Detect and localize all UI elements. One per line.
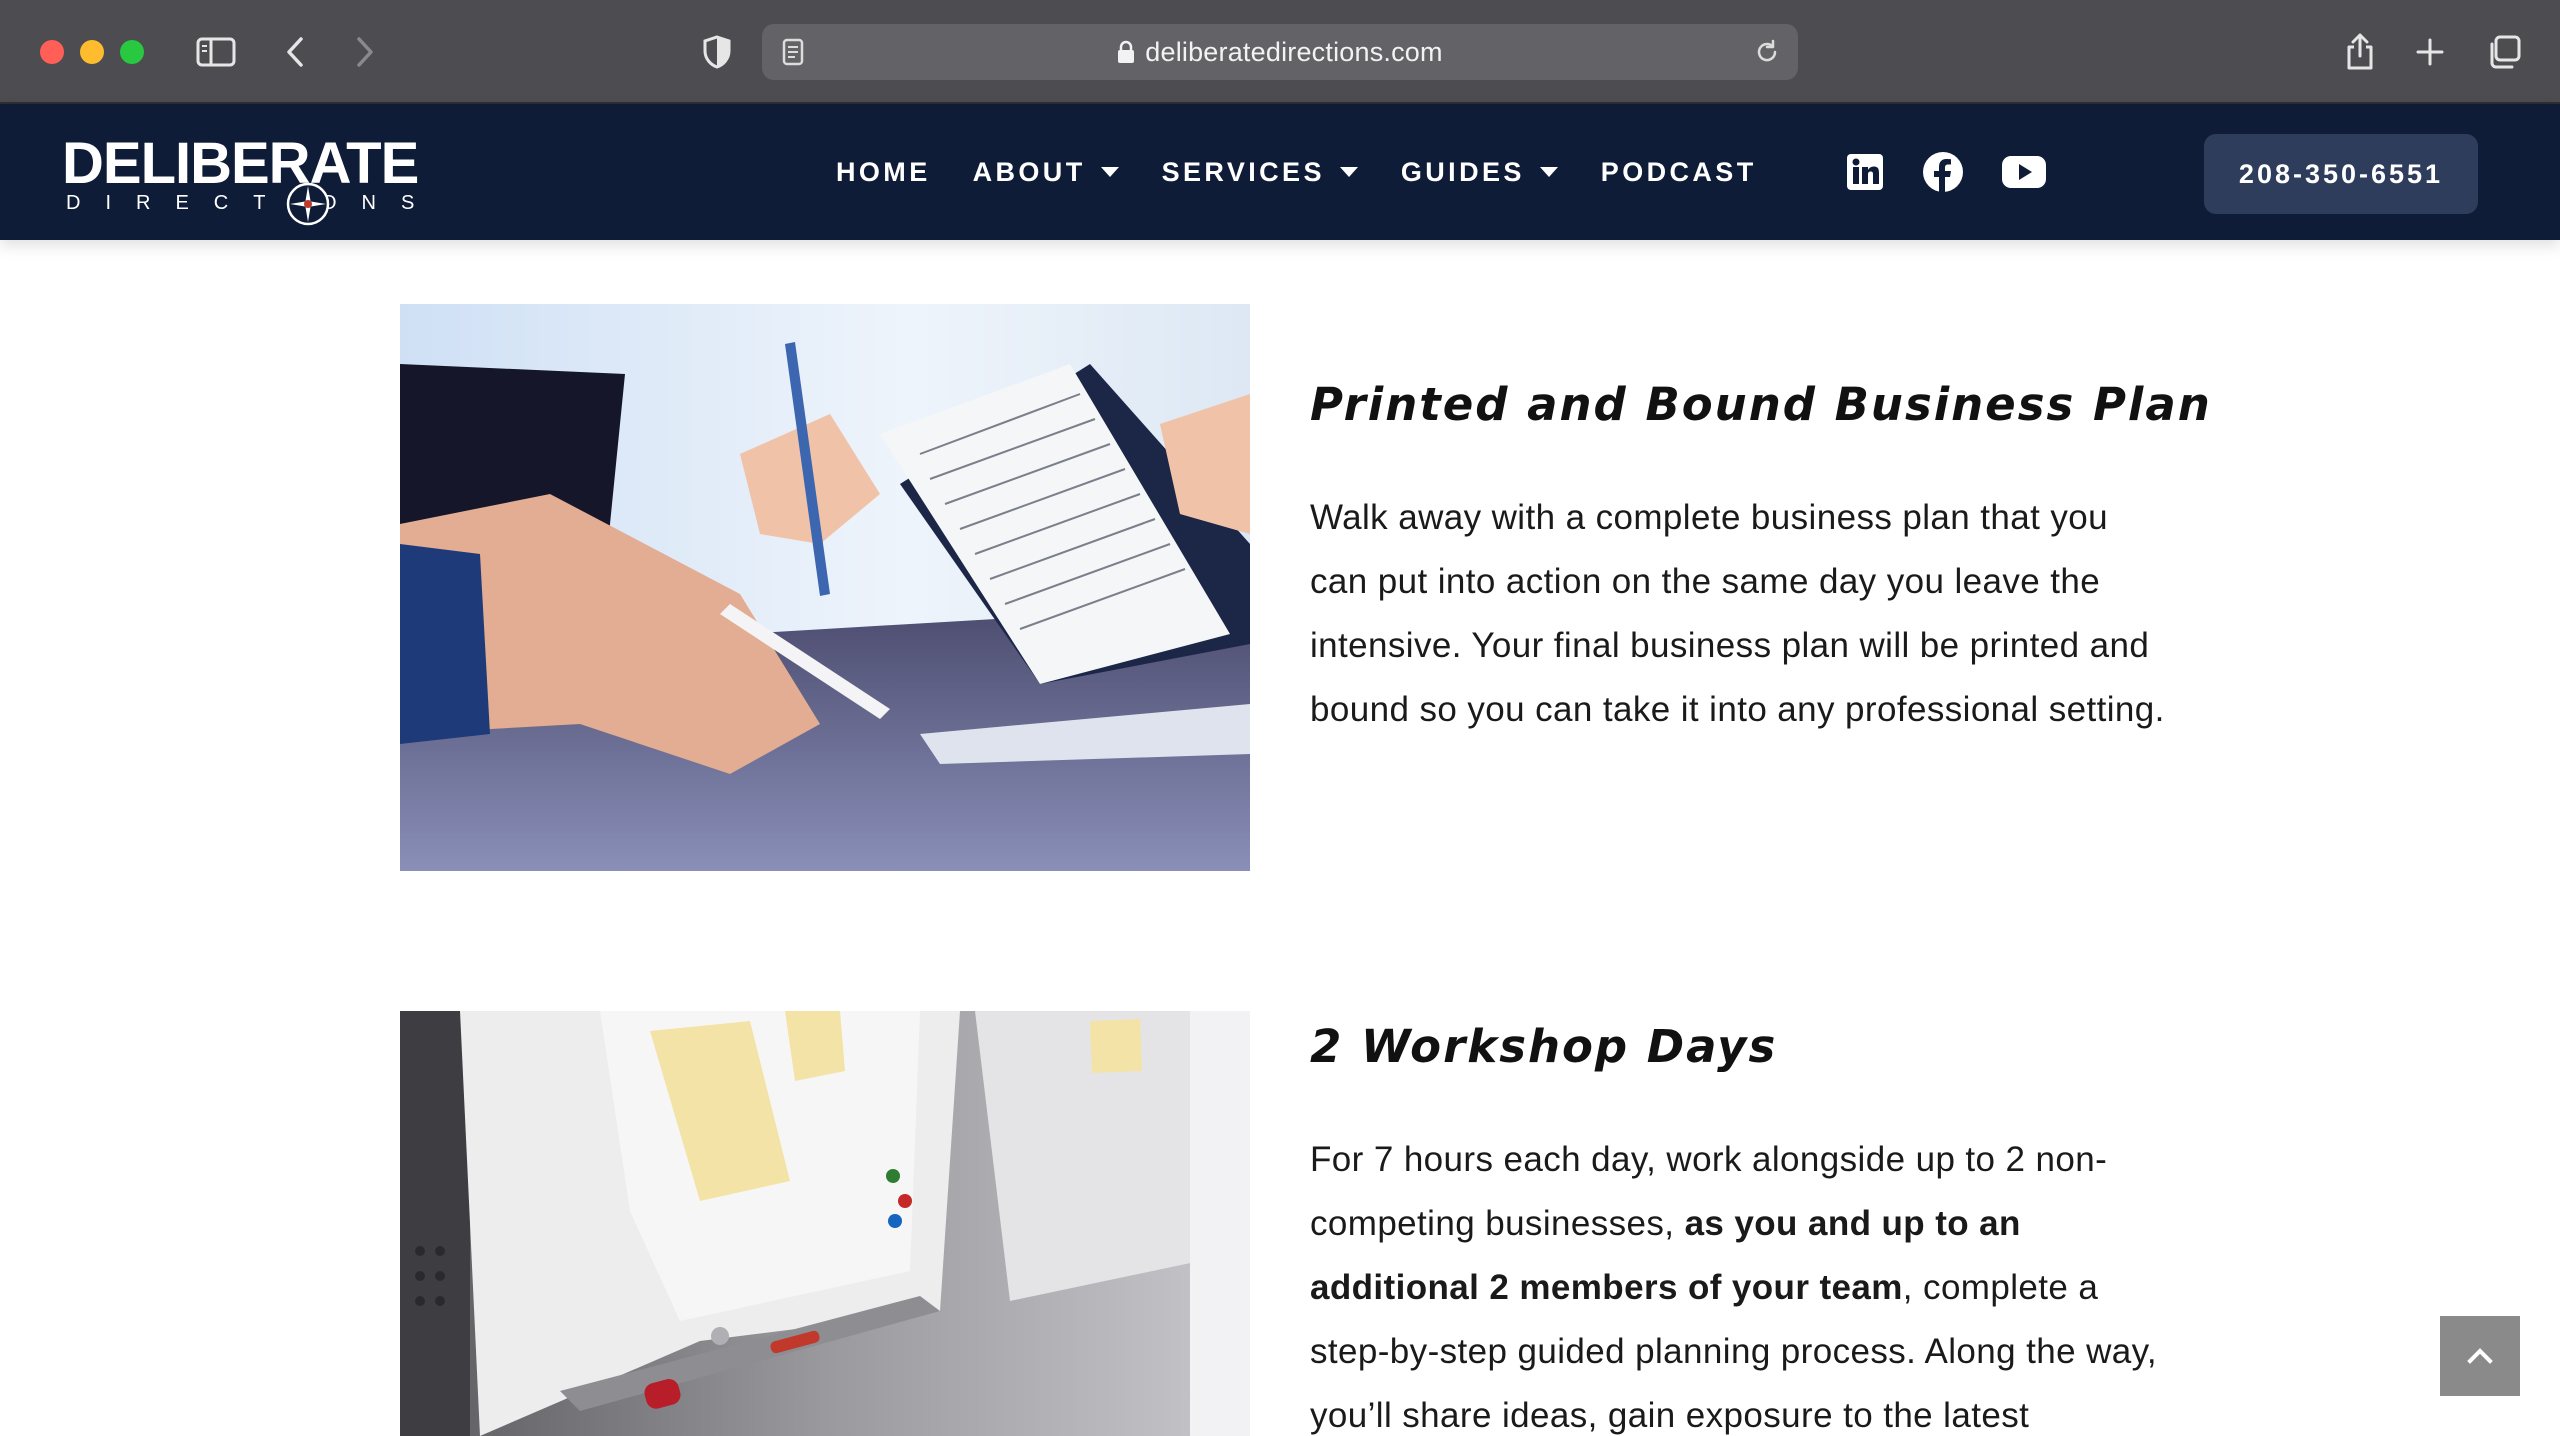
back-icon[interactable] — [280, 28, 310, 76]
chevron-up-icon — [2467, 1348, 2493, 1364]
sidebar-icon[interactable] — [194, 28, 238, 76]
youtube-icon[interactable] — [2000, 149, 2048, 195]
privacy-shield-icon[interactable] — [700, 28, 734, 76]
nav-home-label: HOME — [836, 156, 931, 187]
workshop-photo — [400, 1011, 1250, 1436]
logo-subtitle: DIRECTIONS — [66, 192, 440, 214]
new-tab-icon[interactable] — [2412, 28, 2448, 76]
site-logo[interactable]: DELIBERATE DIRECTIONS — [62, 132, 419, 226]
main-nav: HOME ABOUT SERVICES GUIDES PODCAST — [836, 104, 1799, 240]
url-display: deliberatedirections.com — [762, 24, 1798, 80]
minimize-window-button[interactable] — [80, 40, 104, 64]
caret-down-icon — [1539, 167, 1558, 177]
scroll-to-top-button[interactable] — [2440, 1316, 2520, 1396]
caret-down-icon — [1339, 167, 1358, 177]
url-text: deliberatedirections.com — [1145, 37, 1443, 67]
section-description: Walk away with a complete business plan … — [1310, 498, 2165, 729]
business-plan-photo — [400, 304, 1250, 871]
nav-guides-label: GUIDES — [1400, 156, 1525, 187]
compass-icon — [286, 182, 330, 226]
section-description: For 7 hours each day, work alongside up … — [1310, 1128, 2170, 1436]
nav-guides[interactable]: GUIDES — [1401, 157, 1559, 188]
phone-button[interactable]: 208-350-6551 — [2204, 134, 2478, 214]
nav-services-label: SERVICES — [1161, 156, 1325, 187]
linkedin-icon[interactable] — [1842, 149, 1888, 195]
section-title: Printed and Bound Business Plan — [1310, 378, 2212, 431]
browser-toolbar: deliberatedirections.com — [0, 0, 2560, 104]
forward-icon[interactable] — [350, 28, 380, 76]
logo-wordmark: DELIBERATE — [62, 131, 419, 196]
site-header: DELIBERATE DIRECTIONS HOME ABOUT SERVICE… — [0, 104, 2560, 240]
section-title: 2 Workshop Days — [1310, 1020, 1778, 1073]
facebook-icon[interactable] — [1920, 149, 1966, 195]
nav-services[interactable]: SERVICES — [1162, 157, 1359, 188]
nav-podcast[interactable]: PODCAST — [1601, 157, 1757, 188]
address-bar[interactable]: deliberatedirections.com — [762, 24, 1798, 80]
tab-overview-icon[interactable] — [2484, 28, 2524, 76]
share-icon[interactable] — [2340, 28, 2380, 76]
reload-icon[interactable] — [1752, 30, 1782, 74]
lock-icon — [1117, 27, 1135, 83]
close-window-button[interactable] — [40, 40, 64, 64]
nav-about-label: ABOUT — [972, 156, 1086, 187]
nav-podcast-label: PODCAST — [1600, 156, 1757, 187]
zoom-window-button[interactable] — [120, 40, 144, 64]
caret-down-icon — [1100, 167, 1119, 177]
nav-about[interactable]: ABOUT — [973, 157, 1120, 188]
nav-home[interactable]: HOME — [836, 157, 931, 188]
